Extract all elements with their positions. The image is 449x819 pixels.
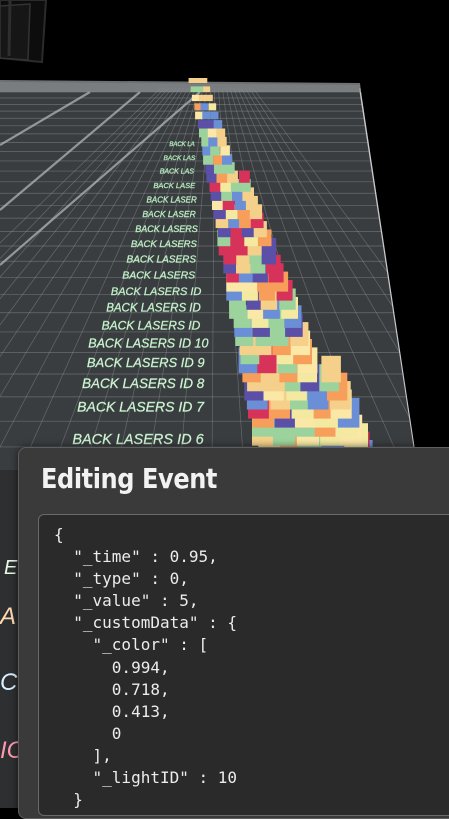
code-line: 0.994, [54,657,170,677]
code-line: "_lightID" : 10 [54,768,238,788]
light-event-block[interactable] [239,170,250,183]
lane-label: BACK LA [169,142,194,148]
lane-label: BACK LASERS [135,224,198,234]
lane-label: BACK LASERS ID [106,303,201,315]
code-line: "_type" : 0, [54,569,189,589]
ceiling-structure [0,0,48,64]
code-line: 0.413, [54,701,170,721]
light-event-block[interactable] [188,78,196,83]
editing-event-panel: Editing Event { "_time" : 0.95, "_type" … [18,447,449,819]
light-event-block[interactable] [203,86,211,93]
code-line: ], [54,745,112,765]
code-line: 0 [54,723,122,743]
code-line: 0.718, [54,679,170,699]
light-event-block[interactable] [205,120,215,129]
light-event-block[interactable] [191,94,200,102]
lane-label: BACK LAS [164,155,196,162]
lane-label: BACK LASERS ID 8 [82,376,205,391]
lane-label: BACK LASERS ID [111,286,202,298]
light-event-block[interactable] [210,145,220,156]
lane-label: BACK LASERS ID 9 [87,355,205,370]
light-event-block[interactable] [321,355,341,383]
lane-label: BACK LASERS [131,239,198,250]
lane-label: BACK LASERS ID 10 [88,337,208,351]
lane-label: BACK LASERS ID [102,318,201,332]
light-event-block[interactable] [198,94,207,102]
light-event-block[interactable] [200,78,208,83]
light-event-block[interactable] [213,120,223,129]
light-event-block[interactable] [202,111,211,120]
lane-label: BACK LASERS ID 6 [72,432,204,448]
event-json-editor[interactable]: { "_time" : 0.95, "_type" : 0, "_value" … [38,514,449,816]
lane-label: BACK LASERS [127,255,197,266]
lane-label: BACK LASERS [122,269,195,281]
event-json-text[interactable]: { "_time" : 0.95, "_type" : 0, "_value" … [39,515,449,811]
code-line: "_time" : 0.95, [54,547,218,567]
svg-text:C: C [0,669,18,696]
code-line: "_color" : [ [54,635,209,655]
light-event-block[interactable] [200,103,209,111]
light-event-block[interactable] [199,128,208,138]
light-event-block[interactable] [208,103,217,111]
lane-label: BACK LASER [142,209,195,219]
light-event-block[interactable] [194,78,202,83]
svg-text:A: A [0,603,16,630]
panel-title: Editing Event [41,462,218,495]
light-event-block[interactable] [190,86,198,93]
light-event-block[interactable] [217,136,227,147]
light-event-block[interactable] [205,94,213,102]
light-event-block[interactable] [208,136,218,147]
svg-text:E: E [4,557,18,579]
code-line: "_customData" : { [54,613,238,633]
lane-label: BACK LASERS ID 7 [77,398,205,414]
light-event-block[interactable] [207,128,217,138]
code-line: { [54,525,64,544]
lane-label: BACK LASE [153,181,196,190]
light-event-block[interactable] [216,128,226,138]
light-event-block[interactable] [210,111,219,120]
light-event-block[interactable] [195,111,204,120]
lane-label: BACK LAS [160,169,195,176]
code-line: "_value" : 5, [54,591,199,611]
light-event-block[interactable] [220,145,230,156]
lane-label: BACK LASER [147,195,197,204]
light-event-block[interactable] [197,120,207,129]
